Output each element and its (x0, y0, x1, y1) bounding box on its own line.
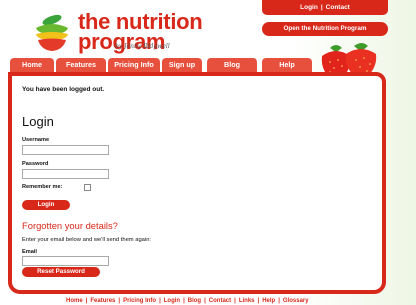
top-login-link[interactable]: Login (300, 4, 318, 11)
footer-link-links[interactable]: Links (239, 298, 255, 304)
username-input[interactable] (22, 145, 109, 155)
username-label: Username (22, 137, 50, 143)
footer-separator: | (234, 298, 236, 304)
tab-sign-up[interactable]: Sign up (162, 58, 202, 72)
logged-out-message: You have been logged out. (22, 86, 105, 93)
footer-link-pricing-info[interactable]: Pricing Info (123, 298, 156, 304)
footer-links: Home | Features | Pricing Info | Login | Blog | Co… (66, 298, 309, 304)
tab-blog[interactable]: Blog (207, 58, 257, 72)
reset-password-button[interactable]: Reset Password (22, 267, 100, 277)
login-button[interactable]: Login (22, 200, 70, 210)
password-input[interactable] (22, 169, 109, 179)
page: the nutrition program by Jenny Ridgwell … (0, 0, 416, 305)
forgotten-details-text: Enter your email below and we'll send th… (22, 237, 152, 243)
footer-link-glossary[interactable]: Glossary (283, 298, 309, 304)
brand-byline: by Jenny Ridgwell (115, 43, 170, 50)
footer-separator: | (257, 298, 260, 304)
footer-separator: | (118, 298, 121, 304)
remember-me-checkbox[interactable] (84, 184, 91, 191)
apple-logo-icon (36, 14, 68, 51)
top-links-bar: Login | Contact (262, 0, 388, 15)
footer-link-blog[interactable]: Blog (188, 298, 201, 304)
footer-separator: | (278, 298, 280, 304)
email-label: Email (22, 249, 37, 255)
footer-separator: | (85, 298, 88, 304)
login-heading: Login (22, 114, 54, 129)
footer-separator: | (183, 298, 185, 304)
footer-link-help[interactable]: Help (262, 298, 275, 304)
tab-help[interactable]: Help (262, 58, 312, 72)
footer-link-login[interactable]: Login (164, 298, 180, 304)
footer-separator: | (159, 298, 161, 304)
email-input[interactable] (22, 256, 109, 266)
footer-link-features[interactable]: Features (90, 298, 115, 304)
footer-link-contact[interactable]: Contact (209, 298, 231, 304)
tab-home[interactable]: Home (10, 58, 54, 72)
tab-pricing-info[interactable]: Pricing Info (108, 58, 160, 72)
tab-features[interactable]: Features (56, 58, 106, 72)
top-contact-link[interactable]: Contact (326, 4, 350, 11)
footer-link-home[interactable]: Home (66, 298, 83, 304)
remember-me-label: Remember me: (22, 184, 63, 190)
open-program-button[interactable]: Open the Nutrition Program (262, 22, 388, 36)
forgotten-details-heading: Forgotten your details? (22, 220, 118, 231)
top-links-separator: | (320, 4, 323, 11)
main-nav: Home Features Pricing Info Sign up Blog … (10, 58, 314, 72)
password-label: Password (22, 161, 49, 167)
footer-separator: | (204, 298, 206, 304)
